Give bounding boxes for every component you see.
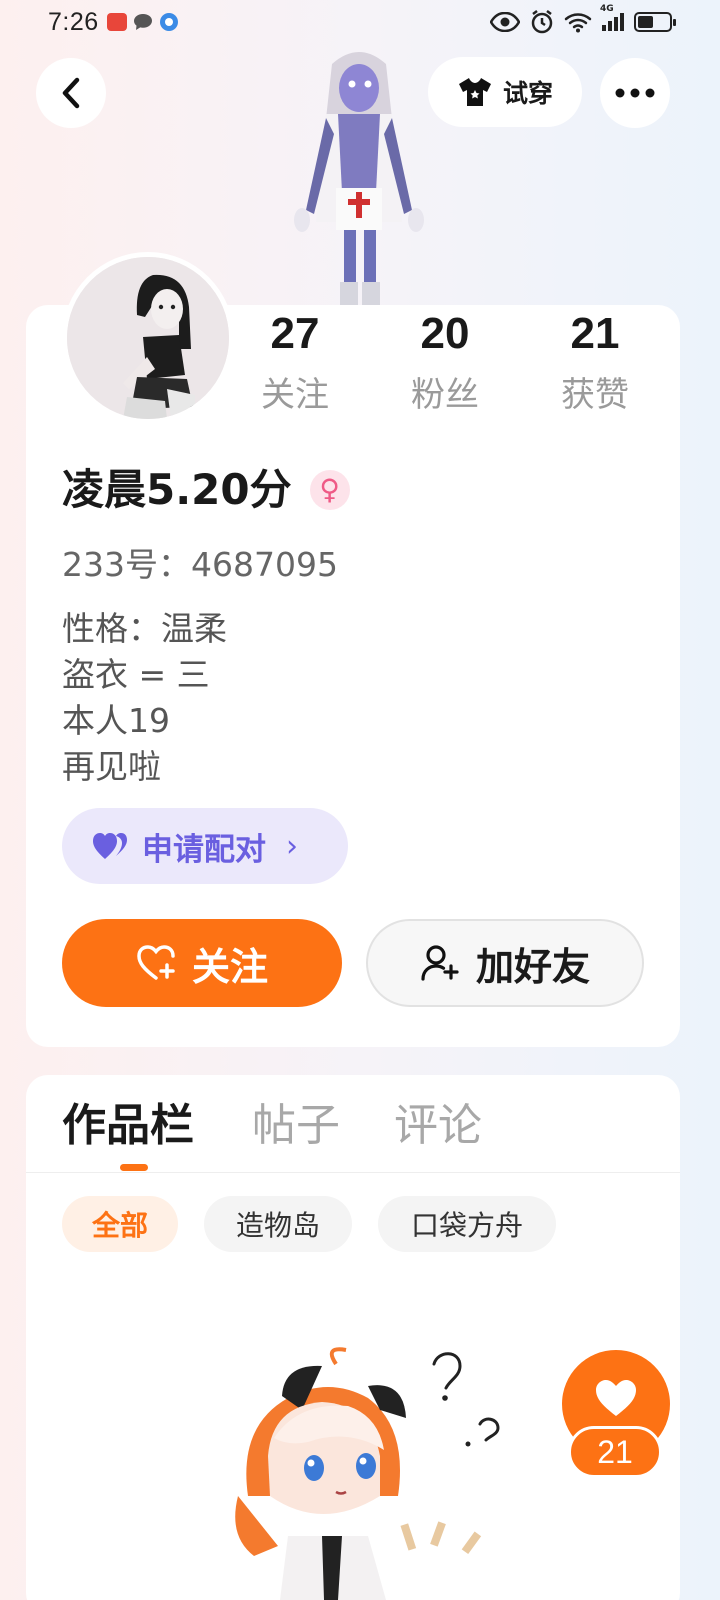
apply-pair-button[interactable]: 申请配对 › [62,808,348,884]
like-count: 21 [568,1426,662,1478]
stat-following-label: 关注 [261,375,329,415]
chat-bubble-icon [133,14,152,30]
bio-line: 再见啦 [62,747,161,786]
add-user-icon [421,945,459,981]
avatar-3d-figure[interactable] [284,42,434,306]
profile-avatar[interactable] [62,252,234,424]
filter-all[interactable]: 全部 [62,1196,178,1252]
more-button[interactable] [600,58,670,128]
add-friend-label: 加好友 [475,944,590,989]
tab-comments[interactable]: 评论 [394,1096,482,1156]
stat-likes-value: 21 [570,309,620,358]
user-id[interactable]: 233号：4687095 [62,543,338,587]
tab-indicator [120,1164,148,1171]
notification-icons [106,12,179,32]
follow-button[interactable]: 关注 [62,919,342,1007]
battery-icon [634,12,676,32]
stat-fans[interactable]: 20 粉丝 [375,305,515,421]
stat-likes-label: 获赞 [561,375,629,415]
bio: 性格：温柔 盗衣 = 三 本人19 再见啦 [62,606,227,790]
avatar-image [67,257,229,419]
stat-fans-label: 粉丝 [411,375,479,415]
stat-following[interactable]: 27 关注 [225,305,365,421]
follow-label: 关注 [191,944,268,989]
female-gender-icon: ♀ [309,470,350,510]
bio-line: 性格：温柔 [62,609,227,648]
status-right-icons: 4G [490,4,676,34]
stat-following-value: 27 [270,309,320,358]
username-row: 凌晨5.20分 ♀ [62,460,350,520]
tab-works[interactable]: 作品栏 [62,1096,194,1156]
heart-icon [596,1380,636,1416]
username: 凌晨5.20分 [62,465,292,514]
add-friend-button[interactable]: 加好友 [366,919,644,1007]
apply-pair-label: 申请配对 [142,831,266,868]
filter-creation-island[interactable]: 造物岛 [204,1196,352,1252]
network-type: 4G [600,4,614,14]
double-heart-icon [93,833,127,859]
try-on-label: 试穿 [502,79,553,108]
stat-likes[interactable]: 21 获赞 [525,305,665,421]
bio-line: 本人19 [62,701,170,740]
more-dots-icon [615,88,655,98]
chevron-left-icon [62,77,80,109]
alarm-icon [531,10,553,34]
browser-icon [159,13,178,31]
app-notification-icon [106,13,127,31]
status-time: 7:26 [48,7,99,36]
chevron-right-icon: › [286,828,298,864]
filter-pocket-ark[interactable]: 口袋方舟 [378,1196,556,1252]
tshirt-icon [458,78,491,106]
work-thumbnail-character[interactable] [218,1346,518,1600]
try-on-button[interactable]: 试穿 [428,57,582,127]
stat-fans-value: 20 [420,309,470,358]
tab-posts[interactable]: 帖子 [252,1096,340,1156]
eye-icon [490,12,520,32]
tabs-divider [26,1172,680,1173]
heart-plus-icon [137,945,175,980]
status-bar: 7:26 4G [0,0,720,44]
bio-line: 盗衣 = 三 [62,655,210,694]
back-button[interactable] [36,58,106,128]
wifi-icon [564,13,592,33]
signal-icon: 4G [600,4,624,31]
